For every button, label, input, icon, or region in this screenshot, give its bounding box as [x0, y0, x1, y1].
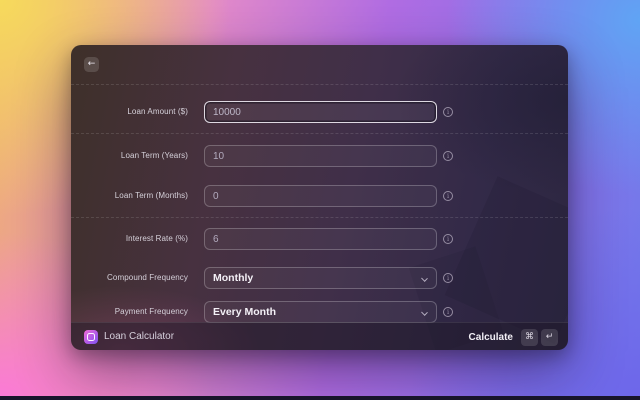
selected-value: Monthly	[213, 272, 254, 284]
info-icon[interactable]: i	[443, 151, 453, 161]
desktop-background: ← Loan Amount ($) i Loan Term (Years) i …	[0, 0, 640, 400]
form-row: Loan Term (Years) i	[71, 145, 568, 167]
app-name: Loan Calculator	[104, 331, 175, 342]
loan-term-months-input[interactable]	[204, 185, 437, 207]
info-icon[interactable]: i	[443, 191, 453, 201]
field-label: Interest Rate (%)	[125, 234, 188, 243]
form-row: Interest Rate (%) i	[71, 228, 568, 250]
payment-frequency-select[interactable]: Every Month	[204, 301, 437, 323]
form-row: Loan Amount ($) i	[71, 101, 568, 123]
field-label: Compound Frequency	[107, 273, 188, 282]
calculate-label: Calculate	[468, 331, 513, 343]
info-icon[interactable]: i	[443, 307, 453, 317]
info-icon[interactable]: i	[443, 234, 453, 244]
selected-value: Every Month	[213, 306, 277, 318]
divider	[71, 84, 568, 85]
form-row: Loan Term (Months) i	[71, 185, 568, 207]
interest-rate-input[interactable]	[204, 228, 437, 250]
back-arrow-icon: ←	[87, 59, 96, 69]
screen-bottom-strip	[0, 396, 640, 400]
field-label: Payment Frequency	[114, 307, 188, 316]
loan-calculator-app-icon	[84, 330, 98, 344]
loan-calculator-window: ← Loan Amount ($) i Loan Term (Years) i …	[71, 45, 568, 350]
command-key-icon: ⌘	[521, 328, 538, 346]
divider	[71, 217, 568, 218]
form-row: Compound Frequency Monthly i	[71, 267, 568, 289]
info-icon[interactable]: i	[443, 107, 453, 117]
back-button[interactable]: ←	[84, 57, 99, 72]
return-key-icon: ↵	[541, 328, 558, 346]
loan-amount-input[interactable]	[204, 101, 437, 123]
app-icon-ring	[87, 333, 95, 341]
form-row: Payment Frequency Every Month i	[71, 301, 568, 323]
divider	[71, 133, 568, 134]
chevron-down-icon	[421, 309, 428, 316]
info-icon[interactable]: i	[443, 273, 453, 283]
field-label: Loan Term (Months)	[114, 191, 188, 200]
field-label: Loan Term (Years)	[120, 151, 188, 160]
loan-term-years-input[interactable]	[204, 145, 437, 167]
action-bar: Loan Calculator Calculate ⌘ ↵	[71, 322, 568, 350]
compound-frequency-select[interactable]: Monthly	[204, 267, 437, 289]
chevron-down-icon	[421, 275, 428, 282]
calculate-button[interactable]: Calculate ⌘ ↵	[469, 323, 558, 350]
field-label: Loan Amount ($)	[127, 107, 188, 116]
